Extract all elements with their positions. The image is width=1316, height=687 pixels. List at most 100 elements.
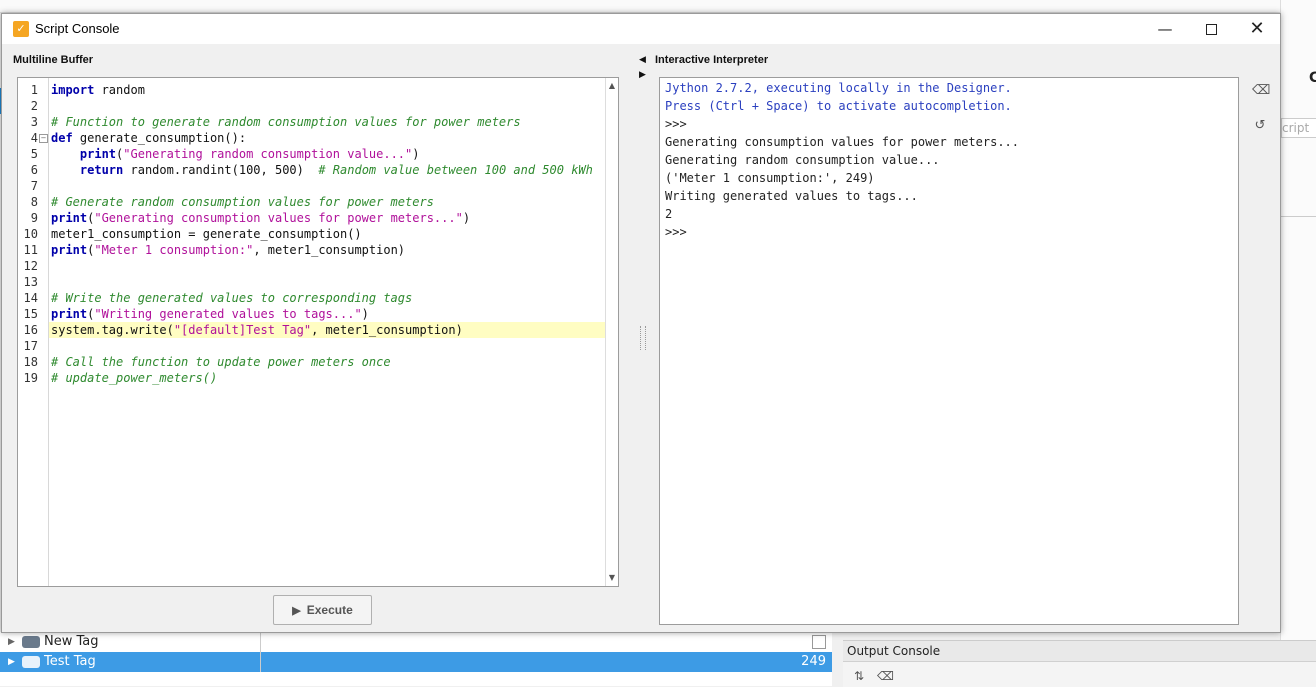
code-token: random.randint(100, 500)	[123, 163, 319, 177]
minimize-button[interactable]: —	[1142, 14, 1188, 44]
code-token: # Call the function to update power mete…	[51, 355, 391, 369]
interpreter-line: Writing generated values to tags...	[665, 189, 918, 203]
line-number: 1	[30, 83, 38, 97]
sync-icon[interactable]: ⇅	[851, 669, 867, 683]
code-line: meter1_consumption = generate_consumptio…	[49, 226, 606, 242]
line-number: 17	[23, 339, 38, 353]
reset-icon[interactable]: ↺	[1252, 118, 1268, 134]
code-token: generate_consumption():	[72, 131, 247, 145]
code-line: import random	[49, 82, 606, 98]
tag-row-test-tag[interactable]: ▶ Test Tag 249	[0, 652, 832, 672]
clear-eraser-icon[interactable]: ⌫	[1252, 83, 1270, 99]
scroll-up-icon[interactable]: ▲	[606, 79, 618, 93]
right-panel-field[interactable]: cript	[1281, 118, 1316, 138]
code-line: # update_power_meters()	[49, 370, 606, 386]
tag-value: 249	[801, 654, 826, 669]
line-number: 2	[30, 99, 38, 113]
code-token: "[default]Test Tag"	[173, 323, 312, 337]
tag-row-new-tag[interactable]: ▶ New Tag	[0, 632, 832, 652]
interpreter-line: >>>	[665, 225, 687, 239]
multiline-buffer-editor[interactable]: 1 2 3 4−5 6 7 8 9 10 11 12 13 14 15 16 17 18 19 import ra…	[17, 77, 619, 587]
code-line: # Generate random consumption values for…	[49, 194, 606, 210]
code-line: # Call the function to update power mete…	[49, 354, 606, 370]
line-number: 18	[23, 355, 38, 369]
code-token: "Generating consumption values for power…	[94, 211, 463, 225]
expand-arrow-icon[interactable]: ▶	[8, 652, 15, 672]
code-token: print	[79, 147, 117, 161]
code-line: print("Writing generated values to tags.…	[49, 306, 606, 322]
tag-icon	[22, 636, 40, 648]
fold-toggle-icon[interactable]: −	[39, 134, 48, 143]
maximize-button[interactable]	[1188, 14, 1234, 44]
interpreter-line: Press (Ctrl + Space) to activate autocom…	[665, 99, 1012, 113]
code-line: # Function to generate random consumptio…	[49, 114, 606, 130]
code-token: "Writing generated values to tags..."	[94, 307, 362, 321]
designer-right-panel: C cript	[1280, 0, 1316, 686]
line-number: 14	[23, 291, 38, 305]
execute-button[interactable]: ▶ Execute	[273, 595, 372, 625]
code-token: "Meter 1 consumption:"	[94, 243, 254, 257]
code-token: , meter1_consumption)	[253, 243, 406, 257]
interpreter-line: Jython 2.7.2, executing locally in the D…	[665, 81, 1012, 95]
code-token: )	[462, 211, 471, 225]
right-panel-divider	[1281, 216, 1316, 217]
column-divider	[260, 652, 261, 672]
script-console-dialog: ✓ Script Console — ✕ Multiline Buffer In…	[1, 13, 1281, 633]
code-token: random	[94, 83, 145, 97]
line-number: 15	[23, 307, 38, 321]
code-line: return random.randint(100, 500) # Random…	[49, 162, 606, 178]
code-token: )	[361, 307, 369, 321]
line-number: 8	[30, 195, 38, 209]
line-number: 9	[30, 211, 38, 225]
code-token: "Generating random consumption value..."	[123, 147, 413, 161]
interpreter-line: ('Meter 1 consumption:', 249)	[665, 171, 875, 185]
code-line: print("Generating consumption values for…	[49, 210, 606, 226]
output-console-panel: Output Console ⇅ ⌫	[843, 640, 1316, 687]
line-number: 16	[23, 323, 38, 337]
collapse-left-icon[interactable]: ◀	[639, 55, 646, 65]
line-number: 4	[30, 131, 38, 145]
code-token: def	[51, 131, 73, 145]
eraser-icon[interactable]: ⌫	[877, 669, 894, 683]
line-number: 3	[30, 115, 38, 129]
code-token: print	[51, 243, 88, 257]
minimize-icon: —	[1157, 20, 1173, 38]
line-number: 11	[23, 243, 38, 257]
code-line: # Write the generated values to correspo…	[49, 290, 606, 306]
code-area[interactable]: import random # Function to generate rand…	[49, 78, 606, 586]
tag-value-checkbox[interactable]	[812, 635, 826, 649]
interpreter-output[interactable]: Jython 2.7.2, executing locally in the D…	[659, 77, 1239, 625]
line-number: 13	[23, 275, 38, 289]
multiline-buffer-label: Multiline Buffer	[13, 54, 94, 66]
window-title: Script Console	[35, 21, 120, 36]
code-token: meter1_consumption = generate_consumptio…	[51, 227, 362, 241]
code-token: , meter1_consumption)	[311, 323, 463, 337]
close-icon: ✕	[1249, 18, 1265, 39]
code-line: system.tag.write("[default]Test Tag", me…	[49, 322, 606, 338]
close-button[interactable]: ✕	[1234, 14, 1280, 44]
title-bar[interactable]: ✓ Script Console — ✕	[2, 14, 1280, 44]
interpreter-line: Generating consumption values for power …	[665, 135, 1020, 149]
pane-splitter-handle[interactable]	[640, 326, 646, 350]
maximize-icon	[1205, 24, 1217, 35]
interactive-interpreter-label: Interactive Interpreter	[655, 54, 769, 66]
expand-arrow-icon[interactable]: ▶	[8, 632, 15, 652]
line-number-gutter: 1 2 3 4−5 6 7 8 9 10 11 12 13 14 15 16 17 18 19	[18, 78, 49, 586]
code-line: def generate_consumption():	[49, 130, 606, 146]
output-console-title: Output Console	[847, 644, 941, 658]
tag-browser-tree: ▶ New Tag ▶ Test Tag 249	[0, 632, 832, 686]
code-line: print("Meter 1 consumption:", meter1_con…	[49, 242, 606, 258]
collapse-right-icon[interactable]: ▶	[639, 70, 646, 80]
tag-name: New Tag	[44, 634, 99, 649]
scroll-down-icon[interactable]: ▼	[606, 571, 618, 585]
right-panel-field-text: cript	[1282, 121, 1310, 135]
right-panel-heading: C	[1309, 70, 1316, 86]
code-token: system.tag.write(	[51, 323, 174, 337]
editor-scrollbar[interactable]: ▲ ▼	[605, 78, 618, 586]
code-token: )	[412, 147, 420, 161]
interpreter-line: Generating random consumption value...	[665, 153, 940, 167]
